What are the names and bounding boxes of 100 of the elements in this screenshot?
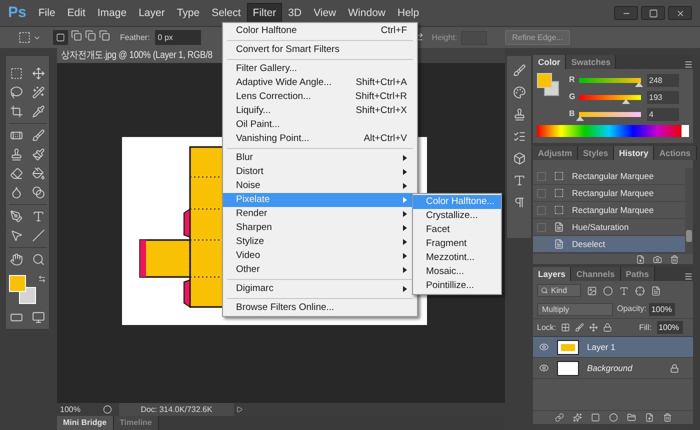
filter-menu-item[interactable]: Adaptive Wide Angle... Shift+Ctrl+A <box>223 76 417 90</box>
blend-icon[interactable] <box>32 186 45 199</box>
subtract-selection-icon[interactable] <box>85 30 96 41</box>
channel-value-field[interactable]: 248 <box>647 74 679 86</box>
brush-icon[interactable] <box>512 64 526 77</box>
channel-value-field[interactable]: 193 <box>647 90 679 104</box>
folder-icon[interactable] <box>626 413 636 422</box>
lock-paint-icon[interactable] <box>575 323 584 332</box>
filter-menu-item[interactable]: Noise <box>223 179 417 193</box>
history-item[interactable]: Rectangular Marquee <box>533 185 685 202</box>
menu-item[interactable]: Select <box>206 3 247 23</box>
color-swatches[interactable] <box>9 275 37 305</box>
channel-value-field[interactable]: 4 <box>647 108 679 120</box>
filter-menu-item[interactable]: Color Halftone Ctrl+F <box>223 24 417 38</box>
magic-wand-icon[interactable] <box>32 86 45 99</box>
fill-field[interactable]: 100% <box>656 321 683 334</box>
submenu-item[interactable]: Pointillize... <box>413 279 501 293</box>
stamp-icon[interactable] <box>10 148 23 161</box>
menu-item[interactable]: Type <box>170 3 206 23</box>
bandage-icon[interactable] <box>10 129 23 142</box>
layer-row[interactable]: Background <box>533 358 693 379</box>
lock-pixels-icon[interactable] <box>561 323 570 332</box>
history-item[interactable]: Rectangular Marquee <box>533 168 685 185</box>
menu-item[interactable]: 3D <box>282 3 308 23</box>
menu-item[interactable]: Help <box>392 3 426 23</box>
pointer-icon[interactable] <box>10 229 23 242</box>
panel-tab[interactable]: Actions <box>654 146 697 160</box>
type-icon[interactable] <box>32 210 45 223</box>
lasso-icon[interactable] <box>10 86 23 99</box>
submenu-item[interactable]: Crystallize... <box>413 209 501 223</box>
pen-icon[interactable] <box>10 210 23 223</box>
screen-mode-icon[interactable] <box>32 311 45 324</box>
menu-item[interactable]: File <box>32 3 62 23</box>
feather-field[interactable]: 0 px <box>154 30 201 45</box>
eye-icon[interactable] <box>539 342 549 352</box>
filter-menu-item[interactable]: Liquify... Shift+Ctrl+X <box>223 104 417 118</box>
opacity-field[interactable]: 100% <box>649 302 676 316</box>
submenu-item[interactable]: Fragment <box>413 237 501 251</box>
link-icon[interactable] <box>554 413 564 422</box>
panel-menu-icon[interactable] <box>684 60 693 69</box>
menu-item[interactable]: Filter <box>246 3 282 23</box>
panel-tab[interactable]: Channels <box>571 267 621 281</box>
filter-menu-item[interactable]: Distort <box>223 165 417 179</box>
history-item[interactable]: Deselect <box>533 236 685 253</box>
menu-item[interactable]: Image <box>91 3 133 23</box>
panel-tab[interactable]: Layers <box>533 267 572 281</box>
filter-menu-item[interactable]: Lens Correction... Shift+Ctrl+R <box>223 90 417 104</box>
intersect-selection-icon[interactable] <box>99 30 110 41</box>
hand-icon[interactable] <box>10 253 23 266</box>
adjustment-filter-icon[interactable] <box>603 286 613 296</box>
lock-position-icon[interactable] <box>589 323 598 332</box>
palette-icon[interactable] <box>512 86 526 99</box>
submenu-item[interactable]: Mezzotint... <box>413 251 501 265</box>
paint-bucket-icon[interactable] <box>32 167 45 180</box>
line-icon[interactable] <box>32 229 45 242</box>
filter-menu-item[interactable]: Vanishing Point... Alt+Ctrl+V <box>223 132 417 146</box>
swap-icon[interactable] <box>38 275 46 283</box>
scrollbar[interactable] <box>685 168 693 253</box>
slider-thumb[interactable] <box>622 98 630 104</box>
panel-tab[interactable]: Swatches <box>566 55 616 69</box>
color-spectrum[interactable] <box>537 125 689 137</box>
shape-filter-icon[interactable] <box>635 286 645 296</box>
type-icon[interactable] <box>512 174 526 187</box>
paintbrush-icon[interactable] <box>32 148 45 161</box>
move-icon[interactable] <box>32 67 45 80</box>
history-item[interactable]: Rectangular Marquee <box>533 202 685 219</box>
droplet-icon[interactable] <box>10 186 23 199</box>
filter-menu-item[interactable]: Blur <box>223 151 417 165</box>
filter-menu-item[interactable]: Browse Filters Online... <box>223 301 417 315</box>
crop-icon[interactable] <box>10 105 23 118</box>
quick-mask-icon[interactable] <box>10 311 23 324</box>
mask-icon[interactable] <box>590 413 600 422</box>
bottom-tab[interactable]: Mini Bridge <box>57 416 114 430</box>
brush-icon[interactable] <box>32 129 45 142</box>
zoom-icon[interactable] <box>32 253 45 266</box>
panel-tab[interactable]: Paths <box>620 267 655 281</box>
window-control[interactable] <box>641 6 665 20</box>
panel-menu-icon[interactable] <box>684 272 693 281</box>
menu-item[interactable]: Window <box>342 3 392 23</box>
panel-tab[interactable]: Color <box>533 55 566 69</box>
paragraph-icon[interactable] <box>512 196 526 209</box>
eraser-icon[interactable] <box>10 167 23 180</box>
menu-item[interactable]: View <box>308 3 342 23</box>
lock-icon[interactable] <box>603 323 612 332</box>
play-icon[interactable] <box>236 406 242 413</box>
zoom-level[interactable]: 100% <box>57 404 95 416</box>
checklist-icon[interactable] <box>512 130 526 143</box>
effects-icon[interactable] <box>572 413 582 422</box>
new-document-icon[interactable] <box>636 254 645 264</box>
marquee-icon[interactable] <box>10 67 23 80</box>
panel-tab[interactable]: Styles <box>578 146 614 160</box>
image-filter-icon[interactable] <box>587 286 597 296</box>
marquee-icon[interactable] <box>18 31 31 44</box>
trash-icon[interactable] <box>670 254 679 264</box>
filter-menu-item[interactable]: Filter Gallery... <box>223 62 417 76</box>
blend-mode-dropdown[interactable]: Multiply <box>537 302 613 316</box>
smart-object-filter-icon[interactable] <box>651 286 661 296</box>
menu-item[interactable]: Layer <box>132 3 171 23</box>
submenu-item[interactable]: Mosaic... <box>413 265 501 279</box>
eye-icon[interactable] <box>539 363 549 373</box>
